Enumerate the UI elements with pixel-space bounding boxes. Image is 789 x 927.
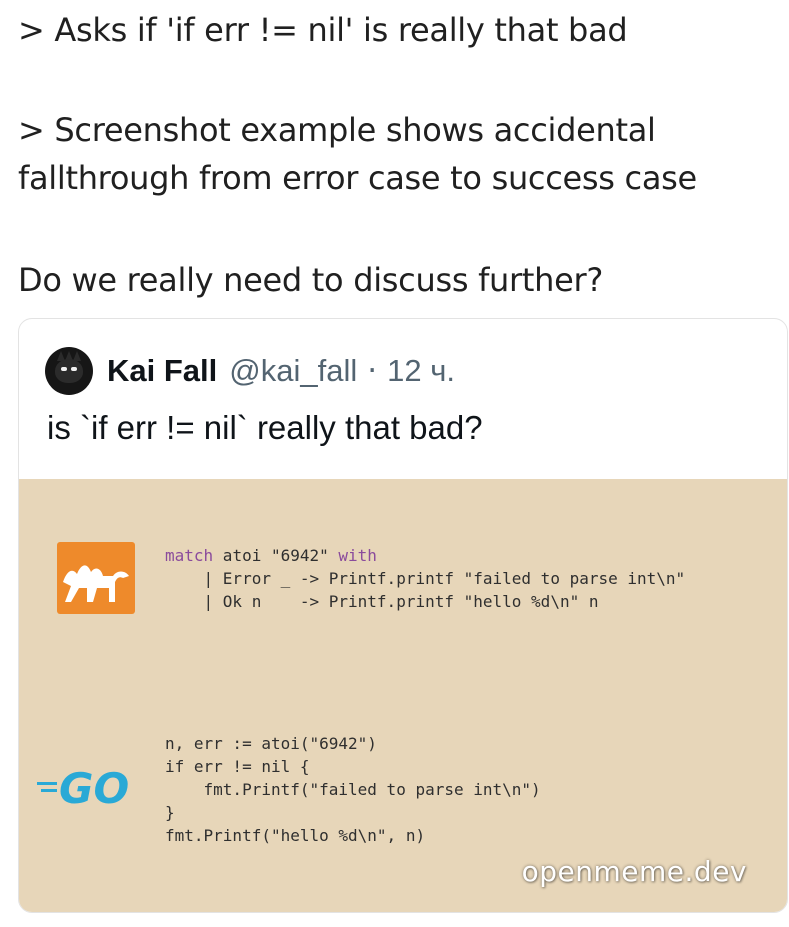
post-line-4: Do we really need to discuss further? — [18, 261, 604, 299]
post-line-3: fallthrough from error case to success c… — [18, 159, 697, 197]
code-line: fmt.Printf("failed to parse int\n") — [165, 780, 541, 799]
code-line: } — [165, 803, 175, 822]
code-line: fmt.Printf("hello %d\n", n) — [165, 826, 426, 845]
ocaml-camel-icon — [57, 542, 135, 614]
separator: · — [367, 353, 378, 389]
tweet-header: Kai Fall @kai_fall · 12 ч. — [45, 341, 455, 401]
go-logo-text: GO — [59, 764, 129, 812]
code-line: if err != nil { — [165, 757, 310, 776]
code-line: n, err := atoi("6942") — [165, 734, 377, 753]
post-line-2: > Screenshot example shows accidental — [18, 111, 656, 149]
code-line: | Ok n -> Printf.printf "hello %d\n" n — [165, 592, 599, 611]
ocaml-code-block: match atoi "6942" with | Error _ -> Prin… — [165, 544, 685, 613]
author-name[interactable]: Kai Fall — [107, 353, 217, 389]
code-line: | Error _ -> Printf.printf "failed to pa… — [165, 569, 686, 588]
tweet-media-image[interactable]: match atoi "6942" with | Error _ -> Prin… — [19, 479, 787, 912]
post-line-1: > Asks if 'if err != nil' is really that… — [18, 11, 628, 49]
go-code-block: n, err := atoi("6942") if err != nil { f… — [165, 732, 541, 847]
watermark: openmeme.dev — [521, 855, 747, 888]
code-keyword: with — [338, 546, 377, 565]
code-text: atoi "6942" — [213, 546, 339, 565]
code-keyword: match — [165, 546, 214, 565]
go-logo-icon: GO — [37, 762, 147, 813]
quoted-tweet-card[interactable]: Kai Fall @kai_fall · 12 ч. is `if err !=… — [18, 318, 788, 913]
tweet-text: is `if err != nil` really that bad? — [47, 409, 483, 446]
author-handle[interactable]: @kai_fall — [229, 353, 357, 389]
tweet-timestamp[interactable]: 12 ч. — [387, 353, 455, 389]
avatar[interactable] — [45, 347, 93, 395]
